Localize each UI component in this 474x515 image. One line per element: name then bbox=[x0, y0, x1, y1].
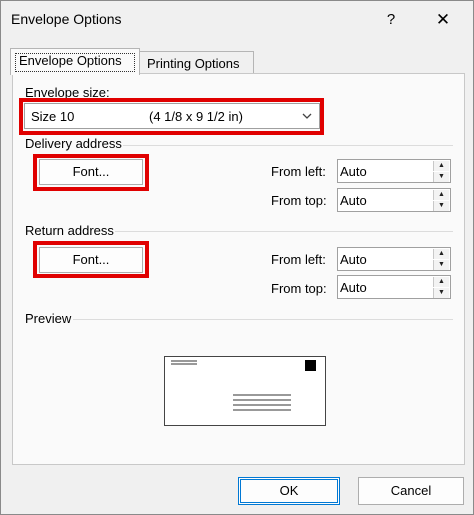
cancel-button[interactable]: Cancel bbox=[358, 477, 464, 505]
envelope-options-dialog: Envelope Options ? ✕ Envelope Options Pr… bbox=[0, 0, 474, 515]
delivery-from-top-label: From top: bbox=[271, 193, 327, 208]
return-from-top-input[interactable] bbox=[340, 278, 424, 296]
spin-up-icon[interactable]: ▲ bbox=[433, 190, 449, 200]
delivery-from-top-stepper[interactable]: ▲ ▼ bbox=[337, 188, 451, 212]
spin-down-icon[interactable]: ▼ bbox=[433, 260, 449, 270]
tab-envelope-options[interactable]: Envelope Options bbox=[10, 48, 140, 75]
spin-down-icon[interactable]: ▼ bbox=[433, 288, 449, 298]
return-from-top-label: From top: bbox=[271, 281, 327, 296]
spin-up-icon[interactable]: ▲ bbox=[433, 161, 449, 171]
envelope-size-value: Size 10 bbox=[31, 109, 75, 124]
delivery-address-label: Delivery address bbox=[25, 136, 122, 151]
return-from-top-stepper[interactable]: ▲ ▼ bbox=[337, 275, 451, 299]
envelope-preview bbox=[164, 356, 326, 426]
preview-label: Preview bbox=[25, 311, 72, 326]
spin-down-icon[interactable]: ▼ bbox=[433, 172, 449, 182]
ok-button[interactable]: OK bbox=[238, 477, 340, 505]
spin-up-icon[interactable]: ▲ bbox=[433, 277, 449, 287]
return-address-divider bbox=[115, 231, 453, 232]
return-font-button[interactable]: Font... bbox=[39, 247, 143, 273]
spin-down-icon[interactable]: ▼ bbox=[433, 201, 449, 211]
return-address-label: Return address bbox=[25, 223, 114, 238]
envelope-size-select[interactable]: Size 10 (4 1/8 x 9 1/2 in) bbox=[24, 103, 320, 129]
preview-divider bbox=[73, 319, 453, 320]
delivery-address-divider bbox=[123, 145, 453, 146]
return-from-left-input[interactable] bbox=[340, 250, 424, 268]
return-from-left-stepper[interactable]: ▲ ▼ bbox=[337, 247, 451, 271]
chevron-down-icon bbox=[301, 107, 313, 128]
delivery-from-left-input[interactable] bbox=[340, 162, 424, 180]
spin-up-icon[interactable]: ▲ bbox=[433, 249, 449, 259]
envelope-size-label: Envelope size: bbox=[25, 85, 110, 100]
envelope-preview-graphic bbox=[171, 360, 316, 411]
tab-printing-options-label: Printing Options bbox=[147, 56, 240, 71]
delivery-from-top-input[interactable] bbox=[340, 191, 424, 209]
title-bar: Envelope Options ? ✕ bbox=[1, 1, 473, 39]
envelope-size-dimensions: (4 1/8 x 9 1/2 in) bbox=[149, 109, 243, 124]
delivery-from-left-stepper[interactable]: ▲ ▼ bbox=[337, 159, 451, 183]
help-button[interactable]: ? bbox=[377, 7, 405, 33]
return-from-left-label: From left: bbox=[271, 252, 326, 267]
window-title: Envelope Options bbox=[11, 11, 122, 27]
delivery-font-button[interactable]: Font... bbox=[39, 159, 143, 185]
delivery-from-left-label: From left: bbox=[271, 164, 326, 179]
close-button[interactable]: ✕ bbox=[429, 7, 457, 33]
